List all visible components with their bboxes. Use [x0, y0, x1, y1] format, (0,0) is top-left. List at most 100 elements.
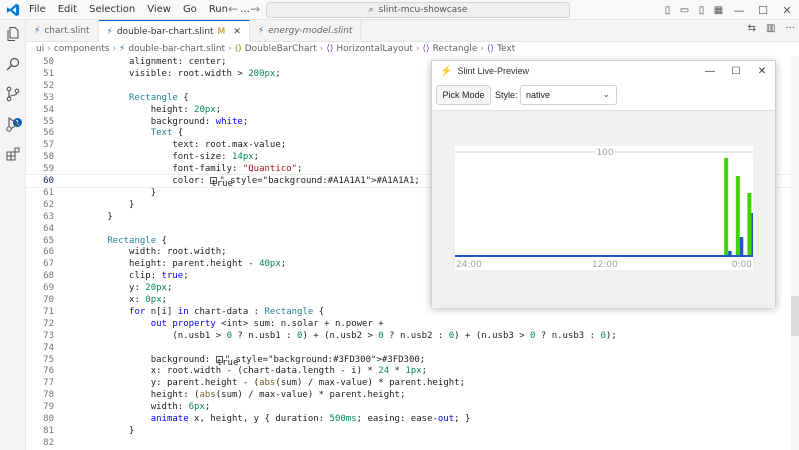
code-line[interactable]: 81 } [26, 425, 799, 437]
line-number: 74 [43, 342, 54, 353]
line-number: 68 [43, 271, 54, 282]
more-actions-icon[interactable]: ··· [785, 23, 795, 34]
chevron-right-icon: › [228, 44, 232, 54]
line-number: 71 [43, 306, 54, 317]
tab-label: chart.slint [44, 26, 90, 36]
line-number: 60 [43, 176, 54, 186]
code-line[interactable]: 78 height: (abs(sum) / max-value) * pare… [26, 389, 799, 401]
code-text: y: parent.height - (abs(sum) / max-value… [64, 378, 465, 389]
code-line[interactable]: 77 y: parent.height - (abs(sum) / max-va… [26, 377, 799, 389]
code-text: background: true" style="background:#3FD… [64, 354, 426, 368]
code-line[interactable]: 74 [26, 342, 799, 354]
back-arrow-icon[interactable]: ← [228, 2, 238, 16]
code-text: width: root.width; [64, 247, 227, 258]
code-text: visible: root.width > 200px; [64, 68, 281, 79]
explorer-icon[interactable] [5, 26, 21, 42]
code-line[interactable]: 75 background: true" style="background:#… [26, 354, 799, 368]
tab-energy-model-slint[interactable]: ⚡ energy-model.slint [250, 20, 362, 42]
preview-title: Slint Live-Preview [457, 66, 529, 76]
editor-tab-bar: ⚡ chart.slint ⚡ double-bar-chart.slint M… [26, 20, 799, 42]
code-line[interactable]: 72 out property <int> sum: n.solar + n.p… [26, 318, 799, 330]
green-bar [735, 176, 740, 256]
preview-close-icon[interactable]: ✕ [749, 61, 775, 81]
line-number: 56 [43, 128, 54, 139]
component-icon: ⟨⟩ [234, 44, 242, 54]
menu-edit[interactable]: Edit [57, 4, 78, 15]
source-control-icon[interactable] [5, 86, 21, 102]
breadcrumb-item[interactable]: HorizontalLayout [336, 44, 413, 54]
max-value-label: 100 [596, 148, 613, 158]
slint-file-icon: ⚡ [257, 26, 265, 36]
code-line[interactable]: 80 animate x, height, y { duration: 500m… [26, 413, 799, 425]
menu-run[interactable]: Run [208, 4, 229, 15]
code-line[interactable]: 79 width: 6px; [26, 401, 799, 413]
tab-double-bar-chart-slint[interactable]: ⚡ double-bar-chart.slint M ✕ [98, 20, 250, 42]
close-tab-icon[interactable]: ✕ [233, 27, 241, 37]
search-sidebar-icon[interactable] [5, 56, 21, 72]
x-tick-label: 0:00 [732, 260, 752, 270]
tab-label: double-bar-chart.slint [116, 26, 214, 37]
line-number: 70 [43, 295, 54, 305]
customize-layout-icon[interactable]: ▦ [710, 3, 727, 17]
slint-file-icon: ⚡ [106, 26, 113, 37]
breadcrumb-item[interactable]: components [54, 44, 110, 54]
breadcrumb-item[interactable]: ui [36, 44, 44, 54]
code-text: height: (abs(sum) / max-value) * parent.… [64, 390, 406, 401]
command-center-label: slint-mcu-showcase [378, 5, 468, 15]
style-select[interactable]: native ⌄ [520, 85, 617, 105]
breadcrumb-item[interactable]: Text [497, 44, 515, 54]
maximize-icon[interactable]: ☐ [751, 3, 775, 17]
element-icon: ⟨⟩ [487, 44, 495, 54]
breadcrumb-item[interactable]: DoubleBarChart [245, 44, 317, 54]
tab-chart-slint[interactable]: ⚡ chart.slint [26, 20, 99, 42]
menu-file[interactable]: File [28, 4, 47, 15]
slint-logo-icon: ⚡ [440, 65, 453, 77]
split-editor-icon[interactable]: ▥ [766, 23, 775, 34]
slint-file-icon: ⚡ [34, 26, 41, 36]
compare-changes-icon[interactable]: ⇆ [748, 23, 756, 34]
preview-maximize-icon[interactable]: ☐ [723, 61, 749, 81]
minimize-icon[interactable]: — [727, 3, 751, 17]
extensions-icon[interactable] [5, 146, 21, 162]
line-number: 72 [43, 318, 54, 329]
line-number: 58 [43, 152, 54, 163]
title-controls: ▯ ▭ ▯ ▦ — ☐ ✕ [659, 0, 799, 20]
forward-arrow-icon[interactable]: → [250, 2, 260, 16]
nav-arrows: ← → [228, 2, 260, 16]
run-debug-icon[interactable] [5, 116, 21, 132]
menu-go[interactable]: Go [182, 4, 198, 15]
line-number: 52 [43, 80, 54, 91]
vertical-scrollbar[interactable] [791, 56, 799, 450]
code-line[interactable]: 73 (n.usb1 > 0 ? n.usb1 : 0) + (n.usb2 >… [26, 330, 799, 342]
toggle-secondary-sidebar-icon[interactable]: ▯ [693, 3, 710, 17]
line-number: 67 [43, 259, 54, 270]
line-number: 81 [43, 425, 54, 436]
chevron-right-icon: › [480, 44, 485, 54]
code-line[interactable]: 82 [26, 437, 799, 449]
close-window-icon[interactable]: ✕ [775, 3, 799, 17]
blue-bar [751, 213, 753, 256]
menu-selection[interactable]: Selection [88, 4, 136, 15]
scrollbar-thumb[interactable] [791, 296, 799, 336]
code-line[interactable]: 76 x: root.width - (chart-data.length - … [26, 365, 799, 377]
code-text: color: true" style="background:#A1A1A1">… [64, 176, 420, 189]
chevron-right-icon: › [415, 44, 420, 54]
preview-minimize-icon[interactable]: — [697, 61, 723, 81]
title-bar: File Edit Selection View Go Run … ← → ⌕ … [0, 0, 799, 20]
code-text: animate x, height, y { duration: 500ms; … [150, 414, 471, 424]
breadcrumb-item[interactable]: double-bar-chart.slint [128, 44, 225, 54]
line-number: 51 [43, 68, 54, 79]
blue-bar [739, 237, 744, 256]
double-bar-chart: 100 24:00 12:00 0:00 [455, 146, 753, 270]
menu-view[interactable]: View [146, 4, 172, 15]
breadcrumb-item[interactable]: Rectangle [433, 44, 478, 54]
command-center[interactable]: ⌕ slint-mcu-showcase [266, 2, 570, 18]
line-number: 80 [43, 414, 54, 424]
line-number: 62 [43, 199, 54, 210]
toggle-panel-icon[interactable]: ▭ [676, 3, 693, 17]
line-number: 78 [43, 390, 54, 401]
tab-label: energy-model.slint [268, 26, 353, 36]
toggle-sidebar-icon[interactable]: ▯ [659, 3, 676, 17]
pick-mode-button[interactable]: Pick Mode [436, 85, 491, 105]
line-number: 54 [43, 104, 54, 115]
